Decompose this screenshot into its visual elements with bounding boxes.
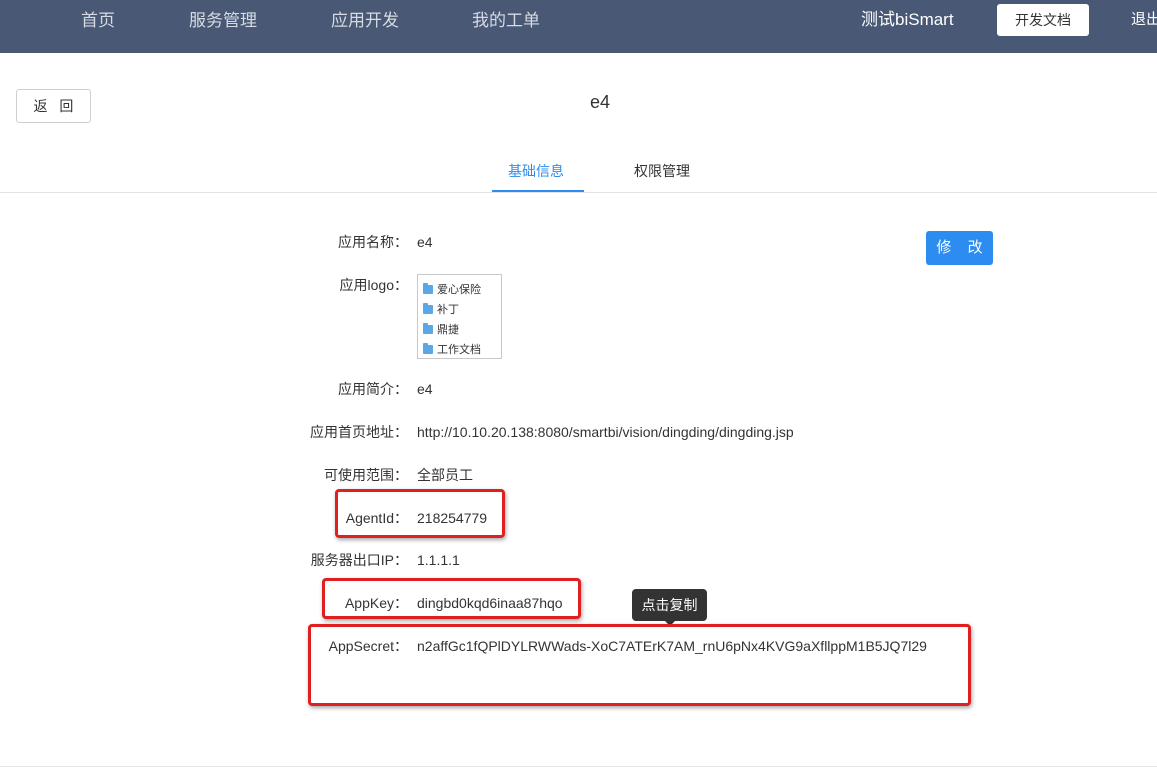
dev-docs-button[interactable]: 开发文档 xyxy=(997,4,1089,36)
tab-permissions[interactable]: 权限管理 xyxy=(634,161,690,181)
app-name-value: e4 xyxy=(417,234,433,250)
homepage-url-label: 应用首页地址： xyxy=(310,424,408,440)
folder-icon xyxy=(423,343,433,354)
agentid-highlight-box xyxy=(335,489,505,538)
appkey-highlight-box xyxy=(322,578,581,619)
edit-button[interactable]: 修 改 xyxy=(926,231,993,265)
folder-item: 爱心保险 xyxy=(423,283,481,297)
scope-value: 全部员工 xyxy=(417,467,473,483)
footer-divider xyxy=(0,766,1157,767)
page-title: e4 xyxy=(589,92,611,112)
homepage-url-value: http://10.10.20.138:8080/smartbi/vision/… xyxy=(417,424,794,440)
nav-home[interactable]: 首页 xyxy=(81,10,115,32)
app-logo-image: 爱心保险 补丁 鼎捷 工作文档 xyxy=(417,274,502,359)
folder-item: 补丁 xyxy=(423,303,459,317)
server-ip-label: 服务器出口IP： xyxy=(310,552,408,568)
folder-icon xyxy=(423,283,433,294)
app-intro-value: e4 xyxy=(417,381,433,397)
folder-icon xyxy=(423,323,433,334)
copy-tooltip: 点击复制 xyxy=(632,589,707,621)
folder-icon xyxy=(423,303,433,314)
back-button[interactable]: 返 回 xyxy=(16,89,91,123)
nav-service-management[interactable]: 服务管理 xyxy=(189,10,257,32)
folder-item: 鼎捷 xyxy=(423,323,459,337)
app-intro-label: 应用简介： xyxy=(338,381,408,397)
scope-label: 可使用范围： xyxy=(324,467,408,483)
tabs-divider xyxy=(0,192,1157,193)
logout-link[interactable]: 退出 xyxy=(1131,10,1157,30)
folder-item: 工作文档 xyxy=(423,343,481,357)
nav-app-development[interactable]: 应用开发 xyxy=(331,10,399,32)
app-name-label: 应用名称： xyxy=(338,234,408,250)
app-logo-label: 应用logo： xyxy=(339,277,408,293)
server-ip-value: 1.1.1.1 xyxy=(417,552,460,568)
user-name[interactable]: 测试biSmart xyxy=(861,9,954,31)
nav-my-tickets[interactable]: 我的工单 xyxy=(472,10,540,32)
appsecret-highlight-box xyxy=(308,624,971,706)
tab-basic-info[interactable]: 基础信息 xyxy=(508,161,564,181)
top-navbar: 首页 服务管理 应用开发 我的工单 测试biSmart 开发文档 退出 xyxy=(0,0,1157,53)
